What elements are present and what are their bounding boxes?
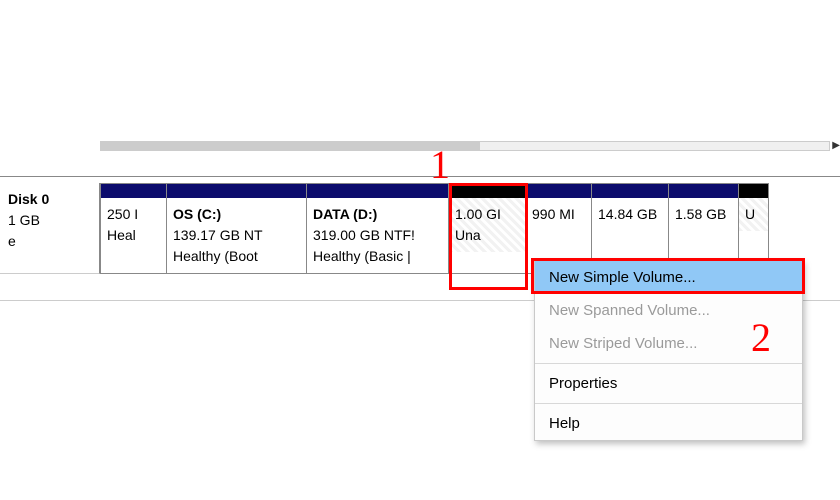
partition-header-bar: [449, 184, 525, 198]
partition-header-bar: [739, 184, 768, 198]
partition-body: 14.84 GB: [592, 198, 668, 231]
context-menu-help[interactable]: Help: [535, 407, 802, 440]
partition-2[interactable]: DATA (D:)319.00 GB NTF!Healthy (Basic |: [307, 183, 449, 274]
menu-separator: [535, 363, 802, 364]
partition-status: Una: [455, 225, 519, 246]
section-divider: [0, 176, 840, 177]
partition-status: Healthy (Basic |: [313, 246, 442, 267]
partition-body: 250 IHeal: [101, 198, 166, 252]
disk-status: e: [8, 231, 91, 252]
partition-header-bar: [526, 184, 591, 198]
partition-header-bar: [307, 184, 448, 198]
partition-body: 990 MI: [526, 198, 591, 231]
partition-body: 1.58 GB: [669, 198, 738, 231]
scrollbar-thumb[interactable]: [100, 141, 480, 151]
partition-body: U: [739, 198, 768, 231]
context-menu-properties[interactable]: Properties: [535, 367, 802, 400]
scroll-right-icon[interactable]: ▶: [832, 140, 840, 151]
disk-header[interactable]: Disk 0 1 GB e: [0, 183, 100, 274]
partition-body: DATA (D:)319.00 GB NTF!Healthy (Basic |: [307, 198, 448, 273]
partition-header-bar: [101, 184, 166, 198]
partition-status: Heal: [107, 225, 160, 246]
partition-volume-label: OS (C:): [173, 204, 300, 225]
menu-separator: [535, 403, 802, 404]
partition-size: 1.00 GI: [455, 204, 519, 225]
partition-volume-label: DATA (D:): [313, 204, 442, 225]
context-menu-item-0[interactable]: New Simple Volume...: [535, 261, 802, 294]
partition-size: 1.58 GB: [675, 204, 732, 225]
context-menu: New Simple Volume...New Spanned Volume..…: [534, 260, 803, 441]
partition-size: 250 I: [107, 204, 160, 225]
partition-header-bar: [669, 184, 738, 198]
partition-size: 14.84 GB: [598, 204, 662, 225]
context-menu-item-2: New Striped Volume...: [535, 327, 802, 360]
context-menu-item-1: New Spanned Volume...: [535, 294, 802, 327]
partition-status: Healthy (Boot: [173, 246, 300, 267]
partition-size: 319.00 GB NTF!: [313, 225, 442, 246]
partition-3[interactable]: 1.00 GIUna: [449, 183, 526, 274]
disk-label: Disk 0: [8, 189, 91, 210]
disk-size: 1 GB: [8, 210, 91, 231]
partition-body: 1.00 GIUna: [449, 198, 525, 252]
partition-0[interactable]: 250 IHeal: [100, 183, 167, 274]
partition-header-bar: [592, 184, 668, 198]
partition-size: 990 MI: [532, 204, 585, 225]
partition-header-bar: [167, 184, 306, 198]
partition-1[interactable]: OS (C:)139.17 GB NTHealthy (Boot: [167, 183, 307, 274]
partition-size: 139.17 GB NT: [173, 225, 300, 246]
partition-size: U: [745, 204, 762, 225]
partition-body: OS (C:)139.17 GB NTHealthy (Boot: [167, 198, 306, 273]
